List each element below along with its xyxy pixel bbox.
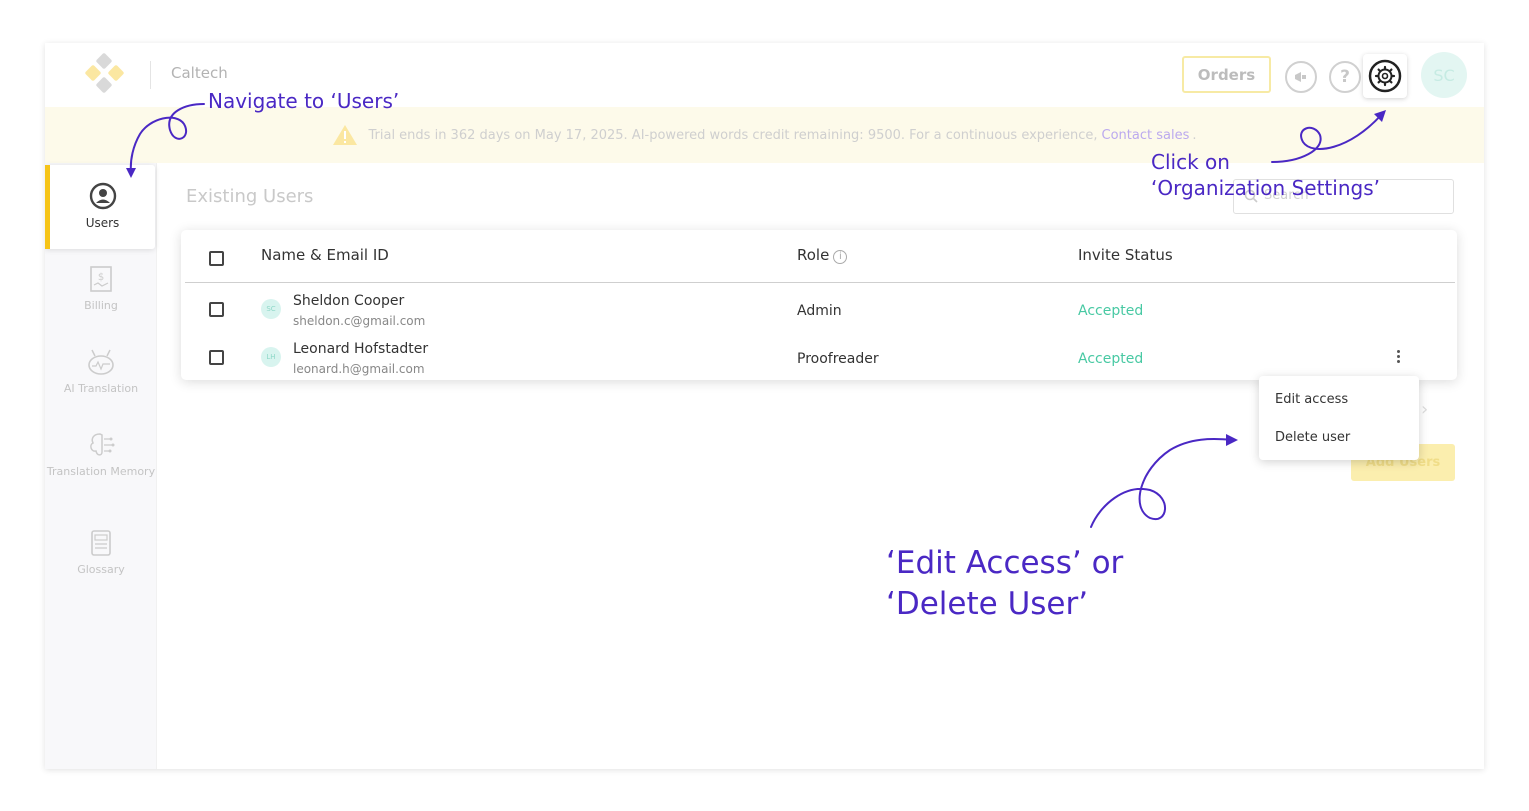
annotation-edit-delete: ‘Edit Access’ or ‘Delete User’ [886,543,1123,625]
sidebar-item-label: Users [85,216,120,230]
select-all-checkbox[interactable] [209,251,224,266]
brain-icon [90,433,115,456]
robot-icon [88,349,114,375]
user-avatar[interactable]: SC [1421,52,1467,98]
row-checkbox[interactable] [209,302,224,317]
annotation-line: ‘Delete User’ [886,586,1089,622]
receipt-icon: $ [90,266,112,292]
menu-item-edit-access[interactable]: Edit access [1275,392,1348,407]
gear-icon [1368,59,1402,93]
chevron-right-icon[interactable]: › [1421,399,1428,420]
column-header-role[interactable]: Role i [797,246,848,264]
sidebar-item-label: Billing [84,299,118,312]
avatar: LH [261,347,281,367]
book-icon [91,530,111,556]
annotation-organization-settings: Click on ‘Organization Settings’ [1151,149,1380,201]
status-badge: Accepted [1078,303,1144,319]
annotation-line: Click on [1151,150,1230,174]
megaphone-icon[interactable] [1285,61,1317,93]
svg-text:$: $ [98,272,104,283]
organization-settings-button[interactable] [1363,54,1407,98]
menu-item-delete-user[interactable]: Delete user [1275,430,1350,445]
annotation-line: ‘Edit Access’ or [886,545,1124,581]
sidebar: Users $ Billing AI Translation Translati… [45,163,157,769]
sidebar-item-ai-translation[interactable]: AI Translation [45,348,157,395]
table-header: Name & Email ID Role i Invite Status [185,230,1455,283]
orders-button[interactable]: Orders [1182,56,1271,93]
contact-sales-link[interactable]: Contact sales [1102,128,1190,143]
table-row[interactable]: SC Sheldon Cooper sheldon.c@gmail.com Ad… [185,284,1455,332]
avatar: SC [261,299,281,319]
banner-text: Trial ends in 362 days on May 17, 2025. … [368,127,1098,143]
user-role: Admin [797,303,842,319]
banner-suffix: . [1192,127,1197,143]
sidebar-item-label: AI Translation [63,382,139,395]
sidebar-item-billing[interactable]: $ Billing [45,265,157,312]
sidebar-item-label: Translation Memory [46,465,156,478]
sidebar-item-users[interactable]: Users [45,165,155,249]
sidebar-item-label: Glossary [77,563,125,576]
help-icon[interactable]: ? [1329,61,1361,93]
user-role: Proofreader [797,351,879,367]
company-logo [85,53,124,93]
more-options-icon[interactable] [1393,350,1403,366]
column-header-name[interactable]: Name & Email ID [261,246,389,264]
annotation-line: ‘Organization Settings’ [1151,176,1380,200]
info-icon[interactable]: i [833,250,848,264]
warning-icon [333,125,358,145]
page-title: Existing Users [186,186,314,207]
user-circle-icon [89,182,116,210]
user-name: Sheldon Cooper [293,293,405,309]
header-divider [150,61,151,89]
table-row[interactable]: LH Leonard Hofstadter leonard.h@gmail.co… [185,332,1455,380]
annotation-navigate-users: Navigate to ‘Users’ [208,89,400,113]
sidebar-item-glossary[interactable]: Glossary [45,529,157,576]
row-actions-menu: Edit access Delete user [1259,376,1419,460]
column-header-invite-status[interactable]: Invite Status [1078,246,1173,264]
user-email: sheldon.c@gmail.com [293,314,426,328]
organization-name: Caltech [171,64,228,82]
user-email: leonard.h@gmail.com [293,362,425,376]
users-table: Name & Email ID Role i Invite Status SC S… [181,230,1457,380]
sidebar-item-translation-memory[interactable]: Translation Memory [45,431,157,478]
row-checkbox[interactable] [209,350,224,365]
user-name: Leonard Hofstadter [293,341,429,357]
status-badge: Accepted [1078,351,1144,367]
